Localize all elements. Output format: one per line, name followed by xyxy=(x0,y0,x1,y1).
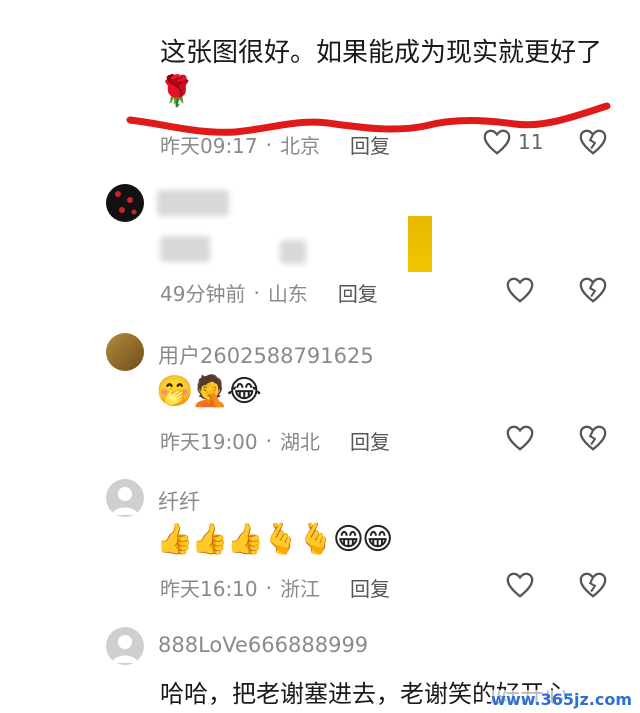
comment-location: 浙江 xyxy=(280,577,320,601)
comment-location: 湖北 xyxy=(280,430,320,454)
blurred-sticker xyxy=(408,216,432,272)
blurred-username xyxy=(157,190,229,216)
username[interactable]: 纤纤 xyxy=(158,486,200,516)
dislike-icon[interactable] xyxy=(578,275,608,305)
default-avatar-icon xyxy=(112,487,138,515)
comment-meta: 昨天19:00 · 湖北 回复 xyxy=(160,426,390,455)
meta-separator: · xyxy=(265,428,272,453)
heart-icon[interactable] xyxy=(505,423,535,453)
meta-separator: · xyxy=(265,575,272,600)
heart-icon[interactable] xyxy=(505,570,535,600)
meta-separator: · xyxy=(253,280,260,305)
blurred-text xyxy=(280,240,306,264)
comment-time: 昨天19:00 xyxy=(160,430,258,454)
username[interactable]: 888LoVe666888999 xyxy=(158,633,368,657)
heart-icon[interactable] xyxy=(505,275,535,305)
comment-meta: 49分钟前 · 山东 回复 xyxy=(160,278,378,307)
emoji-content: 👍👍👍🫰🫰😁😁 xyxy=(156,522,393,557)
username[interactable]: 用户2602588791625 xyxy=(158,340,374,370)
default-avatar-icon xyxy=(112,635,138,663)
comment-meta: 昨天16:10 · 浙江 回复 xyxy=(160,573,390,602)
comment-time: 49分钟前 xyxy=(160,282,246,306)
avatar[interactable] xyxy=(106,184,144,222)
watermark: www.365jz.com xyxy=(491,690,632,709)
comment-time: 昨天16:10 xyxy=(160,577,258,601)
avatar[interactable] xyxy=(106,333,144,371)
red-underline-annotation xyxy=(126,102,611,136)
rose-pattern-icon xyxy=(115,191,137,215)
comment-location: 山东 xyxy=(267,282,308,306)
dislike-icon[interactable] xyxy=(578,423,608,453)
comment-text: 这张图很好。如果能成为现实就更好了 xyxy=(160,38,603,68)
reply-button[interactable]: 回复 xyxy=(350,426,390,455)
emoji-content: 🤭🤦😂 xyxy=(156,374,262,409)
reply-button[interactable]: 回复 xyxy=(338,278,378,307)
dislike-icon[interactable] xyxy=(578,570,608,600)
reply-button[interactable]: 回复 xyxy=(350,573,390,602)
avatar[interactable] xyxy=(106,627,144,665)
avatar[interactable] xyxy=(106,479,144,517)
blurred-text xyxy=(160,236,210,262)
